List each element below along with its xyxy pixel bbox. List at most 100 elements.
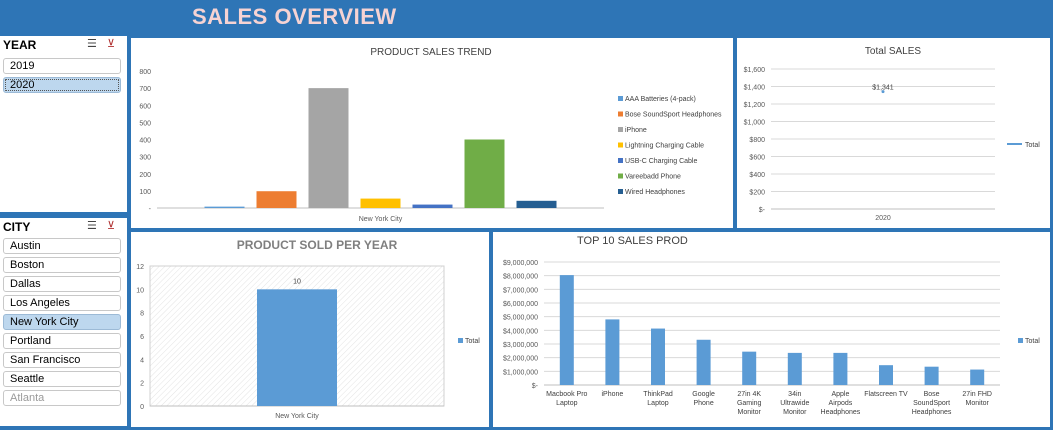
top-10-sales-prod-svg: TOP 10 SALES PROD $- $1,000,000 $2,000,000 $… [503, 235, 1040, 416]
y-tick-label: 10 [136, 287, 144, 294]
product-sold-per-year-chart[interactable]: PRODUCT SOLD PER YEAR 0 2 4 6 8 10 12 10 New York… [131, 232, 489, 427]
data-label: $1,341 [872, 85, 894, 92]
bar [742, 351, 757, 385]
city-item-san-francisco[interactable]: San Francisco [3, 352, 121, 368]
city-slicer-title: CITY [3, 220, 31, 234]
y-tick-label: $6,000,000 [503, 301, 538, 308]
x-tick-label: 27in 4K [737, 391, 761, 398]
x-tick-label: Flatscreen TV [864, 391, 908, 398]
city-slicer: CITY ☰ ⊻ Austin Boston Dallas Los Angele… [0, 218, 127, 426]
legend-label: Total [465, 338, 480, 345]
x-tick-label: 2020 [875, 215, 891, 222]
total-sales-svg: Total SALES $- $200 $400 $600 $800 $1,000 $1,20… [744, 46, 1041, 222]
city-item-los-angeles[interactable]: Los Angeles [3, 295, 121, 311]
y-tick-label: $8,000,000 [503, 274, 538, 281]
page-title: SALES OVERVIEW [192, 4, 397, 29]
legend-swatch [1018, 338, 1023, 343]
y-tick-label: $5,000,000 [503, 315, 538, 322]
chart-title: Total SALES [865, 46, 921, 57]
bar [696, 339, 711, 385]
x-tick-label: Monitor [738, 409, 762, 416]
legend-label: Wired Headphones [625, 189, 685, 196]
bar [204, 206, 245, 208]
y-tick-label: - [149, 206, 152, 213]
legend-swatch [618, 142, 623, 148]
legend-swatch [618, 127, 623, 132]
y-tick-label: $9,000,000 [503, 260, 538, 267]
x-tick-label: New York City [359, 216, 403, 223]
y-tick-label: $2,000,000 [503, 356, 538, 363]
city-item-atlanta[interactable]: Atlanta [3, 390, 121, 406]
y-tick-label: 12 [136, 264, 144, 271]
bar [833, 352, 848, 385]
y-tick-label: $200 [749, 190, 765, 197]
y-tick-label: $1,000 [744, 120, 766, 127]
y-tick-label: 0 [140, 404, 144, 411]
x-tick-label: Bose [924, 391, 940, 398]
title-bar: SALES OVERVIEW [0, 0, 1053, 36]
y-tick-label: 500 [139, 120, 151, 127]
city-item-austin[interactable]: Austin [3, 238, 121, 254]
city-item-dallas[interactable]: Dallas [3, 276, 121, 292]
x-tick-label: New York City [275, 413, 319, 420]
city-item-seattle[interactable]: Seattle [3, 371, 121, 387]
multi-select-icon[interactable]: ☰ [87, 220, 101, 232]
bar [360, 198, 401, 208]
legend-swatch [458, 338, 463, 343]
y-tick-label: $3,000,000 [503, 342, 538, 349]
legend-swatch [618, 173, 623, 179]
legend-label: Vareebadd Phone [625, 174, 681, 181]
x-tick-label: Gaming [737, 400, 762, 407]
x-tick-label: Phone [693, 400, 713, 407]
year-slicer-title: YEAR [3, 38, 37, 52]
x-tick-label: Apple [831, 391, 849, 398]
y-tick-label: $- [759, 207, 766, 214]
legend-label: Bose SoundSport Headphones [625, 112, 722, 119]
multi-select-icon[interactable]: ☰ [87, 38, 101, 50]
y-tick-label: 600 [139, 103, 151, 110]
y-tick-label: $1,600 [744, 67, 766, 74]
bar [559, 275, 574, 385]
legend-swatch [618, 189, 623, 194]
bar [257, 289, 337, 406]
legend-label: Lightning Charging Cable [625, 143, 704, 150]
clear-filter-icon[interactable]: ⊻ [107, 38, 121, 50]
legend-swatch [618, 111, 623, 117]
top-10-sales-prod-chart[interactable]: TOP 10 SALES PROD $- $1,000,000 $2,000,000 $… [493, 232, 1050, 427]
y-tick-label: $1,200 [744, 102, 766, 109]
product-sales-trend-chart[interactable]: PRODUCT SALES TREND - 100 200 300 400 500 600 70… [131, 38, 733, 228]
y-tick-label: 400 [139, 138, 151, 145]
year-item-2020[interactable]: 2020 [3, 77, 121, 93]
bar [605, 319, 620, 385]
bar [651, 328, 665, 385]
y-tick-label: $4,000,000 [503, 328, 538, 335]
product-sold-per-year-svg: PRODUCT SOLD PER YEAR 0 2 4 6 8 10 12 10 New York… [136, 238, 480, 420]
y-tick-label: $7,000,000 [503, 287, 538, 294]
bar [787, 352, 802, 385]
legend-swatch [618, 158, 623, 163]
bar [412, 204, 453, 208]
city-item-portland[interactable]: Portland [3, 333, 121, 349]
bar [464, 139, 505, 208]
year-item-2019[interactable]: 2019 [3, 58, 121, 74]
chart-title: TOP 10 SALES PROD [577, 235, 688, 247]
x-tick-label: Laptop [556, 400, 578, 407]
bar [308, 88, 349, 208]
data-label: 10 [293, 278, 301, 285]
x-tick-label: 27in FHD [962, 391, 992, 398]
x-tick-label: Monitor [966, 400, 990, 407]
total-sales-chart[interactable]: Total SALES $- $200 $400 $600 $800 $1,000 $1,20… [737, 38, 1050, 228]
year-slicer: YEAR ☰ ⊻ 2019 2020 [0, 36, 127, 212]
clear-filter-icon[interactable]: ⊻ [107, 220, 121, 232]
legend-label: USB-C Charging Cable [625, 158, 697, 165]
city-item-boston[interactable]: Boston [3, 257, 121, 273]
legend-label: AAA Batteries (4-pack) [625, 96, 696, 103]
x-tick-label: Monitor [783, 409, 807, 416]
bar [879, 365, 893, 385]
y-tick-label: $1,400 [744, 85, 766, 92]
y-tick-label: 800 [139, 69, 151, 76]
city-item-new-york-city[interactable]: New York City [3, 314, 121, 330]
x-tick-label: iPhone [602, 391, 624, 398]
y-tick-label: 100 [139, 189, 151, 196]
y-tick-label: $400 [749, 172, 765, 179]
